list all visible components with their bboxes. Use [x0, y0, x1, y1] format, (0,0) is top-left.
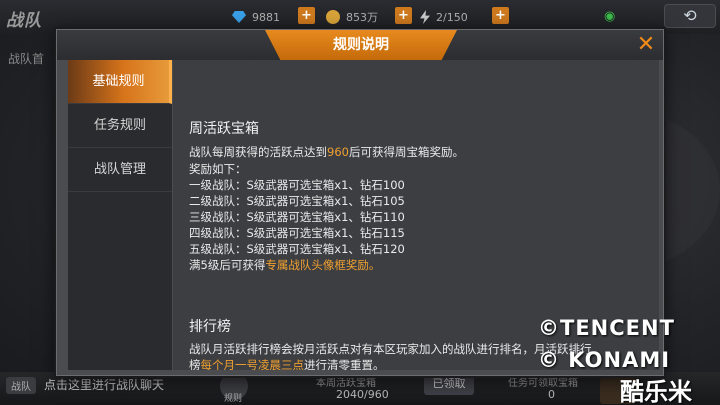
reward-line: 四级战队：S级武器可选宝箱x1、钻石115 — [189, 226, 405, 240]
reward-header: 奖励如下： — [189, 162, 247, 176]
game-logo: 战队 — [6, 11, 42, 31]
wifi-icon: ◉ — [604, 9, 616, 24]
ranking-highlight: 每个月一号凌晨三点 — [200, 358, 305, 370]
note-highlight: 专属战队头像框奖励。 — [265, 258, 381, 272]
weekly-box-label: 本周活跃宝箱 — [316, 378, 376, 389]
weekly-box-progress: 2040/960 — [336, 388, 389, 401]
rules-sidenav: 基础规则 任务规则 战队管理 — [68, 60, 172, 370]
add-energy-button[interactable]: + — [492, 7, 509, 24]
energy-icon — [420, 10, 430, 24]
note-text: 满5级后可获得 — [189, 258, 266, 272]
chat-input-hint[interactable]: 点击这里进行战队聊天 — [44, 376, 164, 393]
reward-line: 三级战队：S级武器可选宝箱x1、钻石110 — [189, 210, 405, 224]
tab-basic-rules[interactable]: 基础规则 — [68, 60, 172, 104]
task-box-count: 0 — [548, 388, 555, 401]
intro-threshold: 960 — [327, 145, 349, 159]
dialog-header: 规则说明 ✕ — [57, 30, 663, 60]
ranking-line-1: 战队月活跃排行榜会按月活跃点对有本区玩家加入的战队进行排名，月活跃排行 — [189, 342, 592, 356]
back-button[interactable]: ⟲ — [664, 4, 716, 28]
ranking-text: 榜 — [189, 358, 201, 370]
close-icon[interactable]: ✕ — [633, 32, 659, 58]
diamond-value: 9881 — [252, 10, 280, 24]
reward-line: 五级战队：S级武器可选宝箱x1、钻石120 — [189, 242, 405, 256]
intro-text-end: 后可获得周宝箱奖励。 — [348, 145, 464, 159]
site-watermark: 酷乐米 — [620, 378, 692, 405]
reward-line: 二级战队：S级武器可选宝箱x1、钻石105 — [189, 194, 405, 208]
add-diamond-button[interactable]: + — [298, 7, 315, 24]
weekly-box-heading: 周活跃宝箱 — [189, 121, 259, 137]
chat-channel-tag: 战队 — [6, 377, 36, 394]
claimed-button[interactable]: 已领取 — [424, 373, 474, 395]
dialog-title: 规则说明 — [333, 37, 389, 53]
ranking-line-2: 榜每个月一号凌晨三点进行清零重置。 — [189, 357, 385, 370]
rules-label: 规则 — [224, 394, 243, 404]
ranking-heading: 排行榜 — [189, 319, 231, 335]
background-tab[interactable]: 战队首 — [8, 50, 44, 67]
reward-line: 一级战队：S级武器可选宝箱x1、钻石100 — [189, 178, 405, 192]
weekly-intro: 战队每周获得的活跃点达到960后可获得周宝箱奖励。 — [189, 144, 464, 160]
task-box-label: 任务可领取宝箱 — [508, 378, 578, 389]
add-gold-button[interactable]: + — [395, 7, 412, 24]
energy-counter: 2/150 — [420, 8, 468, 26]
gold-value: 853万 — [346, 11, 378, 24]
gold-icon — [326, 10, 340, 24]
tencent-watermark: ©TENCENT — [538, 316, 675, 340]
intro-text: 战队每周获得的活跃点达到 — [189, 145, 327, 159]
diamond-icon — [232, 11, 246, 23]
tab-task-rules[interactable]: 任务规则 — [68, 104, 172, 148]
gold-counter: 853万 — [326, 8, 378, 26]
diamond-counter: 9881 — [232, 8, 280, 26]
konami-watermark: © KONAMI — [538, 348, 671, 372]
energy-value: 2/150 — [436, 10, 468, 24]
reward-note: 满5级后可获得专属战队头像框奖励。 — [189, 257, 380, 273]
tab-team-management[interactable]: 战队管理 — [68, 148, 172, 192]
ranking-text-end: 进行清零重置。 — [304, 358, 385, 370]
